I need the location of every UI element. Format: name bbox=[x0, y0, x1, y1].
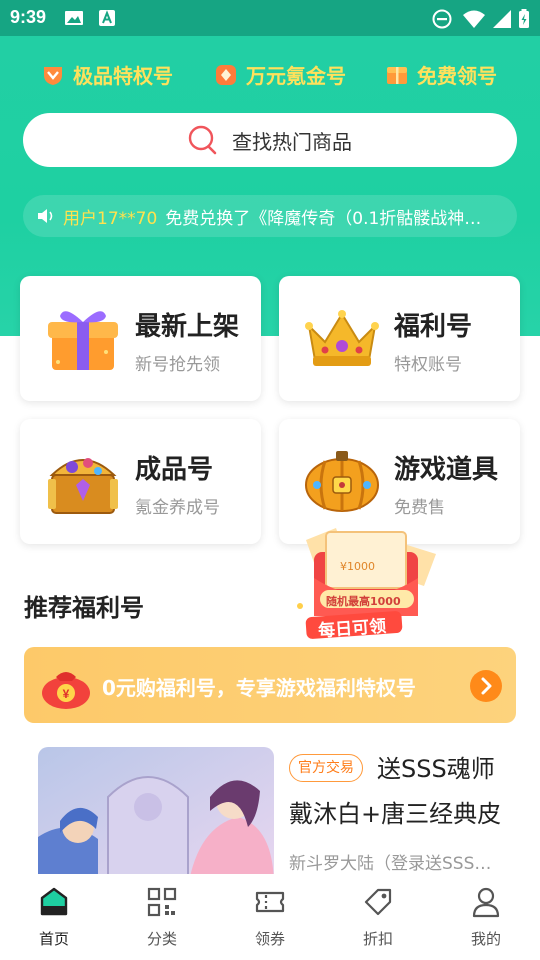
section-title: 推荐福利号 bbox=[24, 594, 144, 622]
category-subtitle: 免费售 bbox=[394, 498, 445, 518]
daily-coupon-label: 每日可领 bbox=[317, 616, 387, 642]
image-notification-icon bbox=[65, 11, 83, 25]
game-characters-image bbox=[38, 747, 274, 887]
chevron-right-icon bbox=[481, 677, 492, 695]
tag-label: 极品特权号 bbox=[73, 64, 173, 88]
notice-text: 免费兑换了《降魔传奇（0.1折骷髅战神… bbox=[165, 208, 482, 229]
category-title: 福利号 bbox=[394, 312, 473, 342]
tag-label: 免费领号 bbox=[417, 64, 497, 88]
money-bag-icon: ¥ bbox=[42, 672, 90, 709]
product-title-line2[interactable]: 戴沐白+唐三经典皮 bbox=[289, 794, 501, 829]
wifi-icon bbox=[463, 10, 485, 28]
search-bar[interactable]: 查找热门商品 bbox=[23, 113, 517, 167]
pumpkin-treasure-icon bbox=[305, 451, 379, 512]
grid-icon bbox=[147, 887, 177, 917]
search-placeholder: 查找热门商品 bbox=[232, 129, 352, 154]
daily-coupon-amount: ¥1000 bbox=[340, 560, 375, 573]
category-title: 成品号 bbox=[135, 455, 214, 485]
category-subtitle: 特权账号 bbox=[394, 355, 462, 375]
tab-home[interactable]: 首页 bbox=[0, 874, 108, 960]
tab-discount[interactable]: 折扣 bbox=[324, 874, 432, 960]
tab-label: 折扣 bbox=[362, 930, 393, 948]
battery-charging-icon bbox=[519, 9, 529, 28]
official-trade-badge: 官方交易 bbox=[289, 754, 363, 782]
crown-icon bbox=[305, 310, 379, 366]
gift-box-icon bbox=[385, 63, 409, 87]
tag-premium-account[interactable]: 极品特权号 bbox=[41, 60, 173, 89]
notice-user: 用户17**70 bbox=[63, 208, 158, 229]
status-bar: 9:39 bbox=[0, 0, 540, 36]
tab-coupons[interactable]: 领券 bbox=[216, 874, 324, 960]
ticket-icon bbox=[255, 891, 285, 913]
text-notification-icon bbox=[99, 10, 115, 26]
tag-krypton-account[interactable]: 万元氪金号 bbox=[214, 60, 346, 89]
daily-coupon-caption: 随机最高1000 bbox=[326, 595, 401, 608]
tab-label: 领券 bbox=[254, 930, 285, 948]
category-finished-account[interactable]: 成品号 氪金养成号 bbox=[20, 419, 261, 544]
do-not-disturb-icon bbox=[432, 9, 452, 29]
feature-tags: 极品特权号 万元氪金号 免费领号 bbox=[0, 60, 540, 90]
status-time: 9:39 bbox=[10, 7, 47, 27]
banner-text: 0元购福利号，专享游戏福利特权号 bbox=[102, 676, 416, 700]
category-subtitle: 新号抢先领 bbox=[135, 355, 220, 375]
category-new-arrivals[interactable]: 最新上架 新号抢先领 bbox=[20, 276, 261, 401]
product-image[interactable] bbox=[38, 747, 274, 887]
tab-category[interactable]: 分类 bbox=[108, 874, 216, 960]
daily-coupon-float[interactable]: ¥1000 随机最高1000 每日可领 bbox=[296, 522, 444, 642]
search-icon bbox=[188, 125, 217, 155]
speaker-icon bbox=[38, 209, 53, 223]
tag-icon bbox=[364, 888, 392, 916]
banner-go-button[interactable] bbox=[470, 670, 502, 702]
tag-free-account[interactable]: 免费领号 bbox=[385, 60, 497, 89]
heart-badge-icon bbox=[41, 63, 65, 87]
treasure-chest-icon bbox=[48, 458, 118, 514]
category-welfare[interactable]: 福利号 特权账号 bbox=[279, 276, 520, 401]
svg-text:¥: ¥ bbox=[63, 687, 70, 701]
product-description: 新斗罗大陆（登录送SSS… bbox=[289, 854, 492, 874]
category-subtitle: 氪金养成号 bbox=[135, 498, 220, 518]
tab-label: 首页 bbox=[38, 930, 69, 948]
user-icon bbox=[472, 887, 500, 918]
diamond-badge-icon bbox=[214, 63, 238, 87]
bottom-tab-bar: 首页 分类 领券 折扣 我的 bbox=[0, 874, 540, 960]
tab-label: 分类 bbox=[146, 930, 177, 948]
product-title-line1[interactable]: 送SSS魂师 bbox=[377, 749, 495, 784]
category-title: 最新上架 bbox=[135, 312, 240, 342]
notice-marquee[interactable]: 用户17**70 免费兑换了《降魔传奇（0.1折骷髅战神… bbox=[23, 195, 517, 237]
tag-label: 万元氪金号 bbox=[246, 64, 346, 88]
promo-banner[interactable]: ¥ 0元购福利号，专享游戏福利特权号 bbox=[24, 647, 516, 723]
gift-icon bbox=[48, 311, 118, 370]
tab-label: 我的 bbox=[470, 930, 501, 948]
category-title: 游戏道具 bbox=[394, 455, 499, 485]
tab-profile[interactable]: 我的 bbox=[432, 874, 540, 960]
cell-signal-icon bbox=[493, 10, 511, 28]
home-shop-icon bbox=[40, 887, 68, 916]
